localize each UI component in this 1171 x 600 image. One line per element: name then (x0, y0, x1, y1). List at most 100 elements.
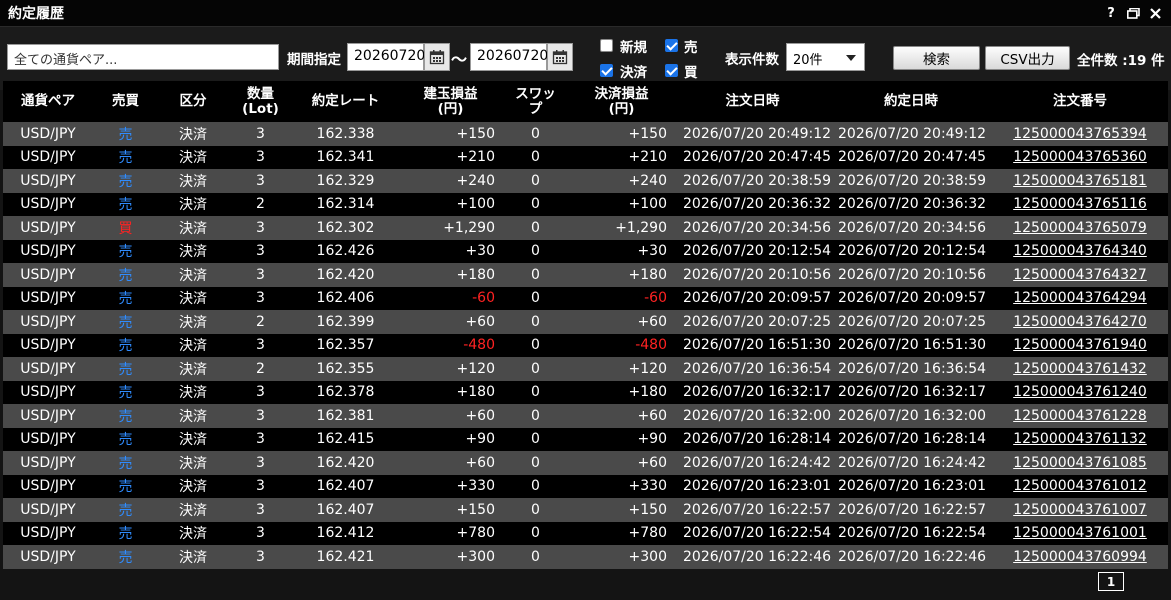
calendar-icon[interactable] (547, 43, 573, 71)
restore-window-icon[interactable] (1125, 5, 1141, 21)
pagination-page-1[interactable]: 1 (1098, 572, 1124, 591)
table-row[interactable]: USD/JPY 売決済 3 162.378 +180 0 +180 2026/07/20 16… (3, 380, 1168, 404)
col-header-swap[interactable]: スワップ (503, 81, 568, 122)
table-row[interactable]: USD/JPY 売決済 3 162.329 +240 0 +240 2026/07/20 20… (3, 169, 1168, 193)
sell-checkbox[interactable] (665, 39, 678, 52)
col-header-order-time[interactable]: 注文日時 (675, 81, 830, 122)
cell-order-no[interactable]: 125000043761007 (992, 498, 1168, 522)
table-row[interactable]: USD/JPY 売決済 3 162.420 +60 0 +60 2026/07/20 16:2… (3, 451, 1168, 475)
cell-order-no[interactable]: 125000043765116 (992, 192, 1168, 216)
cell-order-no[interactable]: 125000043764340 (992, 239, 1168, 263)
cell-position-pl: +180 (398, 380, 503, 404)
buy-checkbox[interactable] (665, 64, 678, 77)
col-header-kind[interactable]: 区分 (158, 81, 228, 122)
cell-order-no[interactable]: 125000043761228 (992, 404, 1168, 428)
cell-qty: 3 (228, 380, 293, 404)
cell-settle-pl: +120 (568, 357, 675, 381)
table-row[interactable]: USD/JPY 売決済 3 162.338 +150 0 +150 2026/07/20 20… (3, 122, 1168, 146)
cell-order-no[interactable]: 125000043764327 (992, 263, 1168, 287)
cell-kind: 決済 (158, 357, 228, 381)
table-row[interactable]: USD/JPY 売決済 3 162.412 +780 0 +780 2026/07/20 16… (3, 521, 1168, 545)
table-row[interactable]: USD/JPY 売決済 3 162.357 -480 0 -480 2026/07/20 16… (3, 333, 1168, 357)
col-header-side[interactable]: 売買 (93, 81, 158, 122)
table-row[interactable]: USD/JPY 売決済 3 162.407 +330 0 +330 2026/07/20 16… (3, 474, 1168, 498)
cell-swap: 0 (503, 145, 568, 169)
display-count-select[interactable]: 20件 (786, 43, 865, 71)
cell-rate: 162.415 (293, 427, 398, 451)
cell-order-no[interactable]: 125000043761012 (992, 474, 1168, 498)
cell-kind: 決済 (158, 192, 228, 216)
table-row[interactable]: USD/JPY 売決済 3 162.407 +150 0 +150 2026/07/20 16… (3, 498, 1168, 522)
table-row[interactable]: USD/JPY 売決済 2 162.355 +120 0 +120 2026/07/20 16… (3, 357, 1168, 381)
search-button[interactable]: 検索 (893, 46, 980, 70)
cell-qty: 3 (228, 122, 293, 146)
cell-swap: 0 (503, 122, 568, 146)
table-row[interactable]: USD/JPY 売決済 3 162.406 -60 0 -60 2026/07/20 20:0… (3, 286, 1168, 310)
cell-exec-time: 2026/07/20 20:10:56 (830, 263, 992, 287)
cell-pair: USD/JPY (3, 310, 93, 334)
cell-order-no[interactable]: 125000043761432 (992, 357, 1168, 381)
col-header-pair[interactable]: 通貨ペア (3, 81, 93, 122)
col-header-rate[interactable]: 約定レート (293, 81, 398, 122)
col-header-exec-time[interactable]: 約定日時 (830, 81, 992, 122)
close-icon[interactable] (1147, 5, 1163, 21)
chevron-down-icon (846, 55, 856, 61)
cell-order-time: 2026/07/20 16:36:54 (675, 357, 831, 381)
cell-order-no[interactable]: 125000043765360 (992, 145, 1168, 169)
buy-checkbox-label: 買 (684, 65, 698, 81)
cell-order-time: 2026/07/20 16:24:42 (675, 451, 831, 475)
cell-order-no[interactable]: 125000043761085 (992, 451, 1168, 475)
cell-rate: 162.407 (293, 474, 398, 498)
cell-qty: 2 (228, 357, 293, 381)
cell-pair: USD/JPY (3, 333, 93, 357)
cell-position-pl: +90 (398, 427, 503, 451)
cell-position-pl: -480 (398, 333, 503, 357)
table-row[interactable]: USD/JPY 売決済 3 162.381 +60 0 +60 2026/07/20 16:3… (3, 404, 1168, 428)
cell-kind: 決済 (158, 122, 228, 146)
settle-checkbox[interactable] (600, 64, 613, 77)
cell-order-time: 2026/07/20 16:32:00 (675, 404, 831, 428)
cell-order-no[interactable]: 125000043765394 (992, 122, 1168, 146)
cell-order-no[interactable]: 125000043761001 (992, 521, 1168, 545)
cell-order-no[interactable]: 125000043764294 (992, 286, 1168, 310)
table-row[interactable]: USD/JPY 売決済 3 162.426 +30 0 +30 2026/07/20 20:1… (3, 239, 1168, 263)
cell-exec-time: 2026/07/20 16:22:46 (830, 545, 992, 569)
col-header-settle-pl[interactable]: 決済損益 (円) (568, 81, 675, 122)
cell-order-no[interactable]: 125000043761940 (992, 333, 1168, 357)
cell-order-no[interactable]: 125000043761240 (992, 380, 1168, 404)
table-row[interactable]: USD/JPY 売決済 3 162.415 +90 0 +90 2026/07/20 16:2… (3, 427, 1168, 451)
col-header-position-pl[interactable]: 建玉損益 (円) (398, 81, 503, 122)
cell-swap: 0 (503, 357, 568, 381)
cell-swap: 0 (503, 427, 568, 451)
csv-export-button[interactable]: CSV出力 (985, 46, 1070, 70)
cell-order-no[interactable]: 125000043765079 (992, 216, 1168, 240)
table-row[interactable]: USD/JPY 売決済 2 162.399 +60 0 +60 2026/07/20 20:0… (3, 310, 1168, 334)
new-checkbox[interactable] (600, 39, 613, 52)
table-row[interactable]: USD/JPY 売決済 3 162.420 +180 0 +180 2026/07/20 20… (3, 263, 1168, 287)
date-from-input[interactable]: 20260720 (347, 43, 425, 71)
cell-order-no[interactable]: 125000043761132 (992, 427, 1168, 451)
cell-order-no[interactable]: 125000043760994 (992, 545, 1168, 569)
cell-order-no[interactable]: 125000043764270 (992, 310, 1168, 334)
cell-side: 売 (93, 145, 158, 169)
calendar-icon[interactable] (424, 43, 450, 71)
help-icon[interactable]: ? (1103, 5, 1119, 21)
cell-qty: 3 (228, 239, 293, 263)
currency-pair-select[interactable]: 全ての通貨ペア... (7, 44, 279, 70)
cell-settle-pl: +100 (568, 192, 675, 216)
cell-pair: USD/JPY (3, 239, 93, 263)
cell-order-no[interactable]: 125000043765181 (992, 169, 1168, 193)
date-to-input[interactable]: 20260720 (470, 43, 548, 71)
cell-side: 売 (93, 380, 158, 404)
cell-exec-time: 2026/07/20 16:24:42 (830, 451, 992, 475)
sell-checkbox-label: 売 (684, 40, 698, 56)
cell-rate: 162.420 (293, 451, 398, 475)
col-header-qty[interactable]: 数量 (Lot) (228, 81, 293, 122)
table-row[interactable]: USD/JPY 売決済 3 162.421 +300 0 +300 2026/07/20 16… (3, 545, 1168, 569)
table-row[interactable]: USD/JPY 売決済 3 162.341 +210 0 +210 2026/07/20 20… (3, 145, 1168, 169)
col-header-order-no[interactable]: 注文番号 (992, 81, 1168, 122)
cell-position-pl: +240 (398, 169, 503, 193)
table-row[interactable]: USD/JPY 売決済 2 162.314 +100 0 +100 2026/07/20 20… (3, 192, 1168, 216)
cell-position-pl: +120 (398, 357, 503, 381)
table-row[interactable]: USD/JPY 買決済 3 162.302 +1,290 0 +1,290 2026/07/2… (3, 216, 1168, 240)
